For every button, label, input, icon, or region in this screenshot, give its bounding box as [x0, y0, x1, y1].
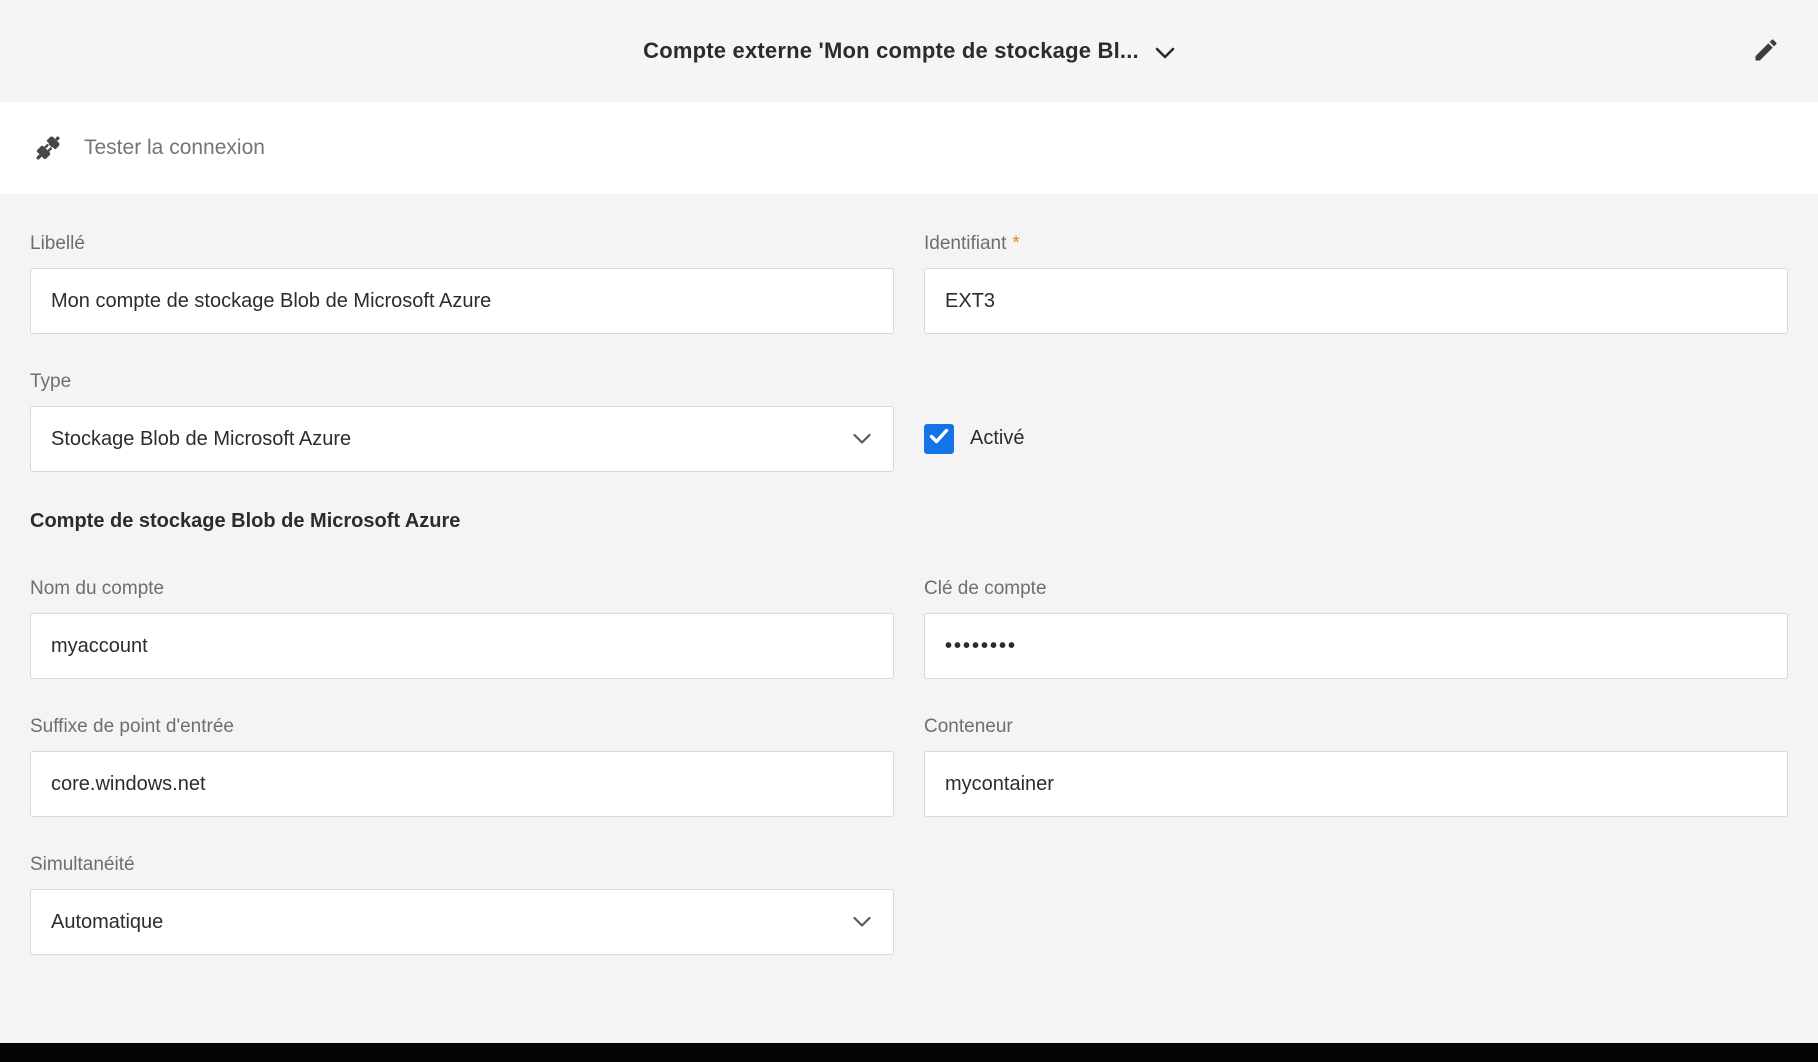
field-label-libelle: Libellé — [30, 232, 894, 256]
field-libelle: Libellé — [30, 232, 894, 334]
bottom-bar — [0, 1043, 1818, 1062]
chevron-down-icon — [1155, 47, 1175, 59]
container-input[interactable] — [924, 751, 1788, 817]
field-label-container: Conteneur — [924, 715, 1788, 739]
identifiant-input[interactable] — [924, 268, 1788, 334]
edit-button[interactable] — [1746, 31, 1786, 71]
empty-cell — [924, 853, 1788, 955]
field-concurrency: Simultanéité Automatique — [30, 853, 894, 955]
plug-connection-icon — [30, 130, 66, 166]
libelle-input[interactable] — [30, 268, 894, 334]
test-connection-button[interactable]: Tester la connexion — [30, 130, 265, 166]
field-type: Type Stockage Blob de Microsoft Azure — [30, 370, 894, 472]
field-label-account-key: Clé de compte — [924, 577, 1788, 601]
account-key-input[interactable] — [924, 613, 1788, 679]
enabled-checkbox[interactable] — [924, 424, 954, 454]
page-title: Compte externe 'Mon compte de stockage B… — [643, 38, 1139, 64]
field-account-name: Nom du compte — [30, 577, 894, 679]
test-connection-label: Tester la connexion — [84, 136, 265, 160]
external-account-panel: Compte externe 'Mon compte de stockage B… — [0, 0, 1818, 1062]
field-label-concurrency: Simultanéité — [30, 853, 894, 877]
chevron-down-icon — [853, 434, 871, 445]
endpoint-suffix-input[interactable] — [30, 751, 894, 817]
field-label-type: Type — [30, 370, 894, 394]
field-container: Conteneur — [924, 715, 1788, 817]
field-account-key: Clé de compte — [924, 577, 1788, 679]
toolbar: Tester la connexion — [0, 102, 1818, 194]
type-select-value: Stockage Blob de Microsoft Azure — [51, 428, 351, 451]
enabled-checkbox-label: Activé — [970, 427, 1024, 450]
field-label-account-name: Nom du compte — [30, 577, 894, 601]
field-active: Activé — [924, 370, 1788, 472]
field-identifiant: Identifiant * — [924, 232, 1788, 334]
field-label-endpoint-suffix: Suffixe de point d'entrée — [30, 715, 894, 739]
concurrency-select-value: Automatique — [51, 911, 163, 934]
type-select[interactable]: Stockage Blob de Microsoft Azure — [30, 406, 894, 472]
field-endpoint-suffix: Suffixe de point d'entrée — [30, 715, 894, 817]
check-icon — [927, 424, 951, 453]
concurrency-select[interactable]: Automatique — [30, 889, 894, 955]
account-name-input[interactable] — [30, 613, 894, 679]
identifiant-label-text: Identifiant — [924, 233, 1006, 254]
account-title-dropdown[interactable]: Compte externe 'Mon compte de stockage B… — [643, 38, 1175, 64]
form: Libellé Identifiant * Type Stockage Blob … — [0, 194, 1818, 1043]
required-asterisk: * — [1012, 233, 1019, 254]
header: Compte externe 'Mon compte de stockage B… — [0, 0, 1818, 102]
field-label-identifiant: Identifiant * — [924, 232, 1788, 256]
pencil-icon — [1752, 36, 1780, 67]
chevron-down-icon — [853, 917, 871, 928]
section-heading: Compte de stockage Blob de Microsoft Azu… — [30, 510, 1788, 533]
